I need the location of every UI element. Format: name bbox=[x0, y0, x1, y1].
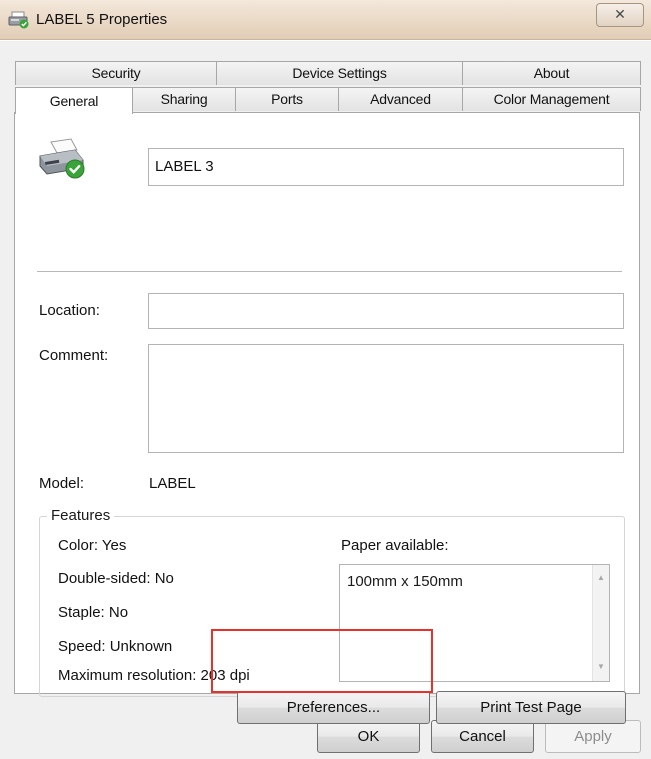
divider bbox=[37, 271, 622, 272]
title-bar: LABEL 5 Properties ✕ bbox=[0, 0, 651, 40]
printer-name-field[interactable]: LABEL 3 bbox=[148, 148, 624, 186]
tab-advanced[interactable]: Advanced bbox=[338, 87, 463, 111]
close-icon: ✕ bbox=[614, 7, 626, 23]
print-test-page-button[interactable]: Print Test Page bbox=[436, 691, 626, 724]
tab-device-settings[interactable]: Device Settings bbox=[216, 61, 463, 85]
printer-ready-icon bbox=[39, 138, 85, 179]
printer-icon bbox=[8, 11, 29, 29]
tab-ports[interactable]: Ports bbox=[235, 87, 339, 111]
feature-double-sided: Double-sided: No bbox=[58, 570, 174, 587]
features-title: Features bbox=[47, 507, 115, 524]
paper-list-scrollbar[interactable]: ▲ ▼ bbox=[592, 565, 609, 681]
tab-security[interactable]: Security bbox=[15, 61, 217, 85]
close-button[interactable]: ✕ bbox=[596, 3, 644, 27]
location-label: Location: bbox=[39, 302, 100, 319]
feature-color: Color: Yes bbox=[58, 537, 127, 554]
window-title: LABEL 5 Properties bbox=[36, 11, 168, 28]
dialog-body: Security Device Settings About General S… bbox=[0, 41, 651, 759]
tab-color-management[interactable]: Color Management bbox=[462, 87, 641, 111]
location-field[interactable] bbox=[148, 293, 624, 329]
tab-general[interactable]: General bbox=[15, 87, 133, 114]
model-label: Model: bbox=[39, 475, 85, 492]
apply-button[interactable]: Apply bbox=[545, 720, 641, 753]
ok-button[interactable]: OK bbox=[317, 720, 420, 753]
cancel-button[interactable]: Cancel bbox=[431, 720, 534, 753]
preferences-button[interactable]: Preferences... bbox=[237, 691, 430, 724]
comment-label: Comment: bbox=[39, 347, 109, 364]
feature-staple: Staple: No bbox=[58, 604, 129, 621]
general-tab-panel: LABEL 3 Location: Comment: Model: LABEL … bbox=[14, 112, 640, 724]
list-item[interactable]: 100mm x 150mm bbox=[347, 573, 463, 590]
tab-about[interactable]: About bbox=[462, 61, 641, 85]
model-value: LABEL bbox=[149, 475, 196, 492]
tab-sharing[interactable]: Sharing bbox=[132, 87, 236, 111]
paper-list[interactable]: 100mm x 150mm ▲ ▼ bbox=[339, 564, 610, 682]
feature-speed: Speed: Unknown bbox=[58, 638, 173, 655]
scroll-down-icon[interactable]: ▼ bbox=[593, 662, 609, 671]
comment-field[interactable] bbox=[148, 344, 624, 453]
feature-max-resolution: Maximum resolution: 203 dpi bbox=[58, 667, 250, 684]
paper-available-label: Paper available: bbox=[341, 537, 449, 554]
scroll-up-icon[interactable]: ▲ bbox=[593, 573, 609, 582]
